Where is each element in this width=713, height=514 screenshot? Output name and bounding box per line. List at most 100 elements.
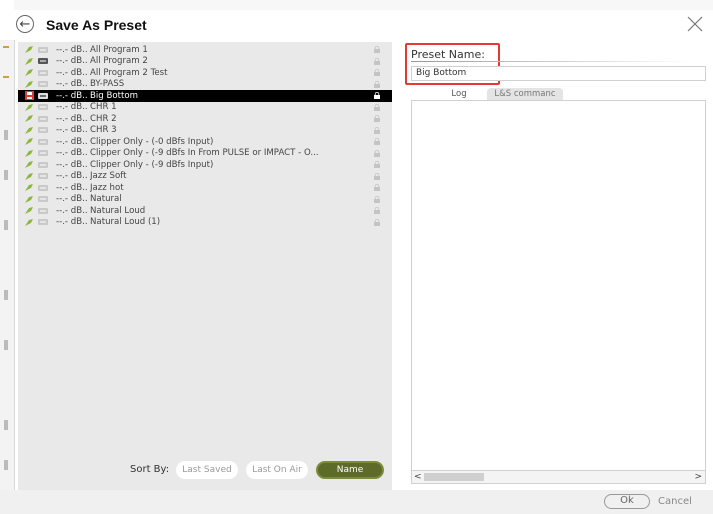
preset-name: Natural Loud (1): [90, 217, 161, 228]
horizontal-scrollbar[interactable]: < >: [411, 470, 706, 484]
preset-level: --.- dB..: [56, 113, 88, 124]
preset-type-icon: [38, 138, 48, 146]
preset-type-icon: [38, 149, 48, 157]
lock-icon: [374, 103, 380, 111]
preset-row[interactable]: --.- dB.. All Program 1: [18, 44, 392, 56]
preset-type-icon: [38, 218, 48, 226]
preset-name: Natural Loud: [90, 205, 146, 216]
scroll-left-icon[interactable]: <: [414, 471, 422, 483]
preset-level: --.- dB..: [56, 125, 88, 136]
background-app-edge: [0, 40, 15, 514]
preset-row[interactable]: --.- dB.. BY-PASS: [18, 79, 392, 91]
preset-level: --.- dB..: [56, 159, 88, 170]
sort-by-label: Sort By:: [130, 464, 170, 475]
preset-type-icon: [38, 103, 48, 111]
preset-row[interactable]: --.- dB.. CHR 1: [18, 102, 392, 114]
scroll-right-icon[interactable]: >: [694, 471, 702, 483]
preset-type-icon: [38, 184, 48, 192]
preset-name-input[interactable]: Big Bottom: [411, 66, 706, 81]
scroll-thumb[interactable]: [424, 473, 484, 481]
preset-type-icon: [38, 69, 48, 77]
preset-level: --.- dB..: [56, 136, 88, 147]
edge-mark: [3, 46, 9, 48]
sort-last-saved-button[interactable]: Last Saved: [176, 461, 238, 479]
preset-row[interactable]: --.- dB.. Clipper Only - (-0 dBfs Input): [18, 136, 392, 148]
preset-row[interactable]: --.- dB.. Big Bottom: [18, 90, 392, 102]
preset-name: Clipper Only - (-9 dBfs Input): [90, 159, 214, 170]
preset-row[interactable]: --.- dB.. Clipper Only - (-9 dBfs In From…: [18, 148, 392, 160]
preset-level: --.- dB..: [56, 79, 88, 90]
preset-detail-panel: Preset Name: Big Bottom Log L&S commanc …: [404, 42, 710, 490]
lock-icon: [374, 45, 380, 53]
preset-list-panel: --.- dB.. All Program 1 --.- dB.. All Progr…: [18, 42, 392, 490]
preset-row[interactable]: --.- dB.. Jazz Soft: [18, 171, 392, 183]
preset-name-label: Preset Name:: [411, 48, 485, 61]
preset-type-icon: [38, 46, 48, 54]
preset-type-icon: [38, 57, 48, 65]
preset-row[interactable]: --.- dB.. Clipper Only - (-9 dBfs Input): [18, 159, 392, 171]
preset-type-icon: [38, 115, 48, 123]
preset-name: BY-PASS: [90, 79, 125, 90]
leaf-icon: [24, 103, 34, 112]
leaf-icon: [24, 149, 34, 158]
preset-name: Clipper Only - (-9 dBfs In From PULSE or…: [90, 148, 319, 159]
preset-name: All Program 1: [90, 44, 148, 55]
preset-row[interactable]: --.- dB.. All Program 2 Test: [18, 67, 392, 79]
preset-level: --.- dB..: [56, 148, 88, 159]
edge-tick: [4, 340, 8, 350]
preset-level: --.- dB..: [56, 44, 88, 55]
close-icon[interactable]: [685, 14, 705, 34]
preset-type-icon: [38, 207, 48, 215]
tab-log[interactable]: Log: [431, 88, 487, 100]
preset-row[interactable]: --.- dB.. Natural Loud (1): [18, 217, 392, 229]
save-icon: [24, 91, 34, 101]
preset-level: --.- dB..: [56, 67, 88, 78]
edge-tick: [4, 170, 8, 180]
preset-name: All Program 2: [90, 56, 148, 67]
dialog-footer: Ok Cancel: [0, 490, 713, 514]
preset-row[interactable]: --.- dB.. Natural: [18, 194, 392, 206]
preset-type-icon: [38, 126, 48, 134]
sort-bar: Sort By: Last Saved Last On Air Name: [18, 460, 392, 480]
preset-type-icon: [38, 161, 48, 169]
ok-button[interactable]: Ok: [604, 494, 650, 509]
preset-level: --.- dB..: [56, 90, 88, 101]
log-text-area[interactable]: [411, 100, 706, 472]
lock-icon: [374, 68, 380, 76]
lock-icon: [374, 218, 380, 226]
preset-row[interactable]: --.- dB.. CHR 2: [18, 113, 392, 125]
preset-level: --.- dB..: [56, 171, 88, 182]
preset-row[interactable]: --.- dB.. Jazz hot: [18, 182, 392, 194]
lock-icon: [374, 195, 380, 203]
leaf-icon: [24, 57, 34, 66]
leaf-icon: [24, 160, 34, 169]
cancel-button[interactable]: Cancel: [658, 494, 692, 509]
lock-icon: [374, 206, 380, 214]
preset-level: --.- dB..: [56, 194, 88, 205]
edge-tick: [4, 420, 8, 430]
preset-type-icon: [38, 195, 48, 203]
preset-level: --.- dB..: [56, 56, 88, 67]
leaf-icon: [24, 45, 34, 54]
preset-row[interactable]: --.- dB.. All Program 2: [18, 56, 392, 68]
tab-ls-command[interactable]: L&S commanc: [487, 88, 563, 100]
back-arrow-icon[interactable]: ←: [16, 15, 34, 33]
sort-name-button[interactable]: Name: [316, 461, 384, 479]
preset-name: Jazz Soft: [90, 171, 127, 182]
sort-last-on-air-button[interactable]: Last On Air: [246, 461, 308, 479]
lock-icon: [374, 149, 380, 157]
preset-type-icon: [38, 80, 48, 88]
lock-icon: [374, 91, 380, 99]
preset-type-icon: [38, 92, 48, 100]
preset-level: --.- dB..: [56, 102, 88, 113]
preset-name: Jazz hot: [90, 182, 124, 193]
lock-icon: [374, 137, 380, 145]
preset-row[interactable]: --.- dB.. Natural Loud: [18, 205, 392, 217]
preset-name: CHR 3: [90, 125, 117, 136]
preset-row[interactable]: --.- dB.. CHR 3: [18, 125, 392, 137]
lock-icon: [374, 160, 380, 168]
edge-tick: [4, 460, 8, 470]
lock-icon: [374, 126, 380, 134]
detail-tabs: Log L&S commanc: [411, 88, 706, 100]
preset-name: All Program 2 Test: [90, 67, 168, 78]
